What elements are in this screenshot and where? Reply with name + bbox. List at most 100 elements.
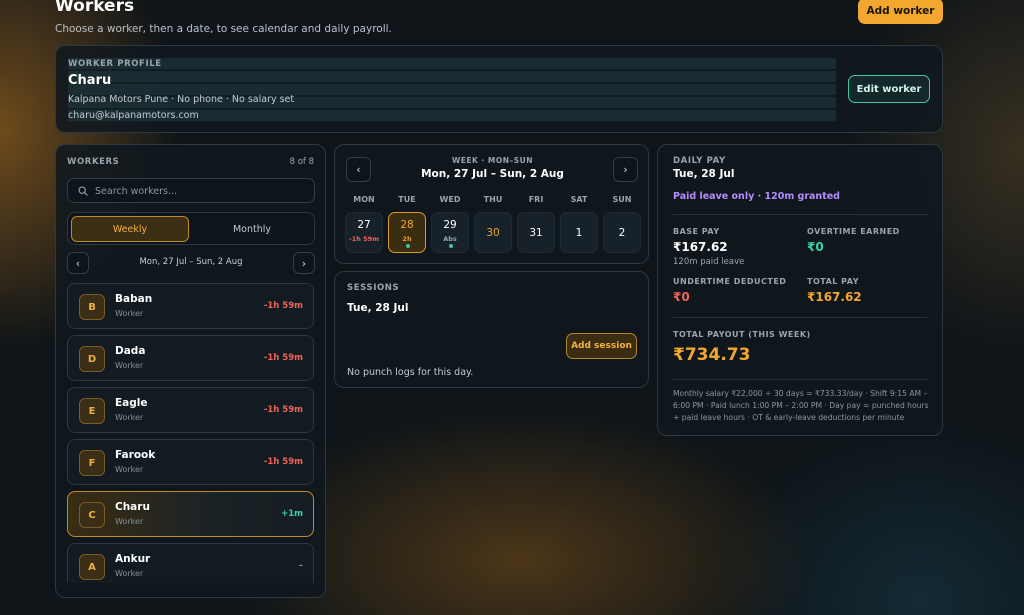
worker-list-item[interactable]: B Baban Worker -1h 59m: [67, 283, 314, 329]
calendar-day[interactable]: 1: [560, 212, 598, 253]
status-dot-icon: [406, 244, 410, 248]
worker-list: B Baban Worker -1h 59m D Dada Worker -1h…: [67, 283, 315, 589]
toggle-monthly[interactable]: Monthly: [192, 216, 312, 242]
day-number: 27: [357, 219, 371, 231]
avatar: C: [79, 502, 105, 528]
profile-eyebrow: WORKER PROFILE: [68, 59, 162, 69]
worker-name: Baban: [115, 293, 153, 305]
search-box: [67, 178, 315, 203]
worker-delta: -1h 59m: [263, 353, 303, 363]
undertime-label: UNDERTIME DEDUCTED: [673, 277, 787, 286]
worker-role: Worker: [115, 361, 144, 370]
search-icon: [78, 186, 88, 196]
overtime-value: ₹0: [807, 240, 824, 254]
avatar: B: [79, 294, 105, 320]
weekday-label: MON: [353, 195, 375, 204]
worker-role: Worker: [115, 517, 144, 526]
sessions-panel: SESSIONS Tue, 28 Jul Add session No punc…: [334, 271, 649, 388]
worker-profile-card: WORKER PROFILE Charu Kalpana Motors Pune…: [55, 45, 943, 133]
add-worker-button[interactable]: Add worker: [858, 0, 943, 24]
calendar-next-button[interactable]: ›: [613, 157, 638, 182]
daily-pay-date: Tue, 28 Jul: [673, 168, 735, 180]
worker-name: Eagle: [115, 397, 148, 409]
base-pay-value: ₹167.62: [673, 240, 728, 254]
total-pay-label: TOTAL PAY: [807, 277, 860, 286]
worker-name: Dada: [115, 345, 146, 357]
day-number: 28: [400, 219, 414, 231]
worker-delta: –: [298, 561, 303, 571]
worker-name: Ankur: [115, 553, 151, 565]
divider: [673, 214, 929, 215]
worker-list-item[interactable]: F Farook Worker -1h 59m: [67, 439, 314, 485]
sessions-date: Tue, 28 Jul: [347, 302, 409, 314]
avatar: A: [79, 554, 105, 580]
chevron-right-icon: ›: [301, 256, 307, 270]
workers-panel: WORKERS 8 of 8 Weekly Monthly ‹ Mon, 27 …: [55, 144, 326, 598]
avatar: F: [79, 450, 105, 476]
search-input[interactable]: [95, 183, 305, 199]
avatar: E: [79, 398, 105, 424]
base-pay-label: BASE PAY: [673, 227, 720, 236]
chevron-left-icon: ‹: [75, 256, 81, 270]
worker-list-item-selected[interactable]: C Charu Worker +1m: [67, 491, 314, 537]
daily-pay-eyebrow: DAILY PAY: [673, 156, 726, 166]
worker-name: Farook: [115, 449, 156, 461]
base-pay-sub: 120m paid leave: [673, 257, 745, 267]
payout-label: TOTAL PAYOUT (THIS WEEK): [673, 330, 811, 339]
page-title: Workers: [55, 0, 135, 16]
worker-delta: -1h 59m: [263, 301, 303, 311]
leave-note: Paid leave only · 120m granted: [673, 191, 840, 202]
weekday-label: SAT: [570, 195, 588, 204]
toggle-weekly[interactable]: Weekly: [71, 216, 189, 242]
profile-meta: Kalpana Motors Pune · No phone · No sala…: [68, 94, 295, 105]
weekday-label: THU: [483, 195, 503, 204]
calendar-day-selected[interactable]: 28 2h: [388, 212, 426, 253]
status-dot-icon: [449, 244, 453, 248]
worker-role: Worker: [115, 569, 144, 578]
worker-role: Worker: [115, 465, 144, 474]
weekday-label: WED: [439, 195, 461, 204]
worker-list-item[interactable]: D Dada Worker -1h 59m: [67, 335, 314, 381]
sessions-empty-text: No punch logs for this day.: [347, 367, 474, 378]
day-note: 2h: [402, 235, 412, 243]
range-nav: ‹ Mon, 27 Jul – Sun, 2 Aug ›: [67, 252, 315, 274]
pay-formula-note: Monthly salary ₹22,000 ÷ 30 days = ₹733.…: [673, 389, 929, 422]
daily-pay-panel: DAILY PAY Tue, 28 Jul Paid leave only · …: [657, 144, 943, 436]
worker-role: Worker: [115, 413, 144, 422]
calendar-day[interactable]: 31: [517, 212, 555, 253]
worker-list-item[interactable]: E Eagle Worker -1h 59m: [67, 387, 314, 433]
period-toggle: Weekly Monthly: [67, 212, 315, 245]
weekday-label: SUN: [612, 195, 632, 204]
week-calendar: ‹ WEEK · MON–SUN Mon, 27 Jul – Sun, 2 Au…: [334, 144, 649, 264]
workers-title: WORKERS: [67, 157, 120, 167]
calendar-day[interactable]: 27 -1h 59m: [345, 212, 383, 253]
overtime-label: OVERTIME EARNED: [807, 227, 900, 236]
day-number: 30: [486, 227, 500, 239]
calendar-day-today[interactable]: 30: [474, 212, 512, 253]
sessions-eyebrow: SESSIONS: [347, 283, 400, 293]
range-next-button[interactable]: ›: [293, 252, 315, 274]
edit-worker-button[interactable]: Edit worker: [848, 75, 930, 103]
day-number: 1: [575, 227, 583, 239]
profile-name: Charu: [68, 73, 112, 88]
range-label: Mon, 27 Jul – Sun, 2 Aug: [139, 257, 243, 267]
worker-role: Worker: [115, 309, 144, 318]
avatar: D: [79, 346, 105, 372]
day-note: Abs: [443, 235, 457, 243]
profile-email: charu@kalpanamotors.com: [68, 110, 199, 121]
worker-name: Charu: [115, 501, 150, 513]
add-session-button[interactable]: Add session: [566, 333, 637, 359]
day-number: 2: [618, 227, 626, 239]
worker-delta: -1h 59m: [263, 457, 303, 467]
undertime-value: ₹0: [673, 290, 690, 304]
calendar-range: Mon, 27 Jul – Sun, 2 Aug: [421, 168, 564, 180]
total-pay-value: ₹167.62: [807, 290, 862, 304]
page-subtitle: Choose a worker, then a date, to see cal…: [55, 23, 392, 35]
calendar-day[interactable]: 29 Abs: [431, 212, 469, 253]
range-prev-button[interactable]: ‹: [67, 252, 89, 274]
workers-count: 8 of 8: [289, 157, 314, 167]
weekday-label: TUE: [398, 195, 416, 204]
calendar-day[interactable]: 2: [603, 212, 641, 253]
worker-list-item[interactable]: A Ankur Worker –: [67, 543, 314, 583]
day-number: 31: [529, 227, 543, 239]
